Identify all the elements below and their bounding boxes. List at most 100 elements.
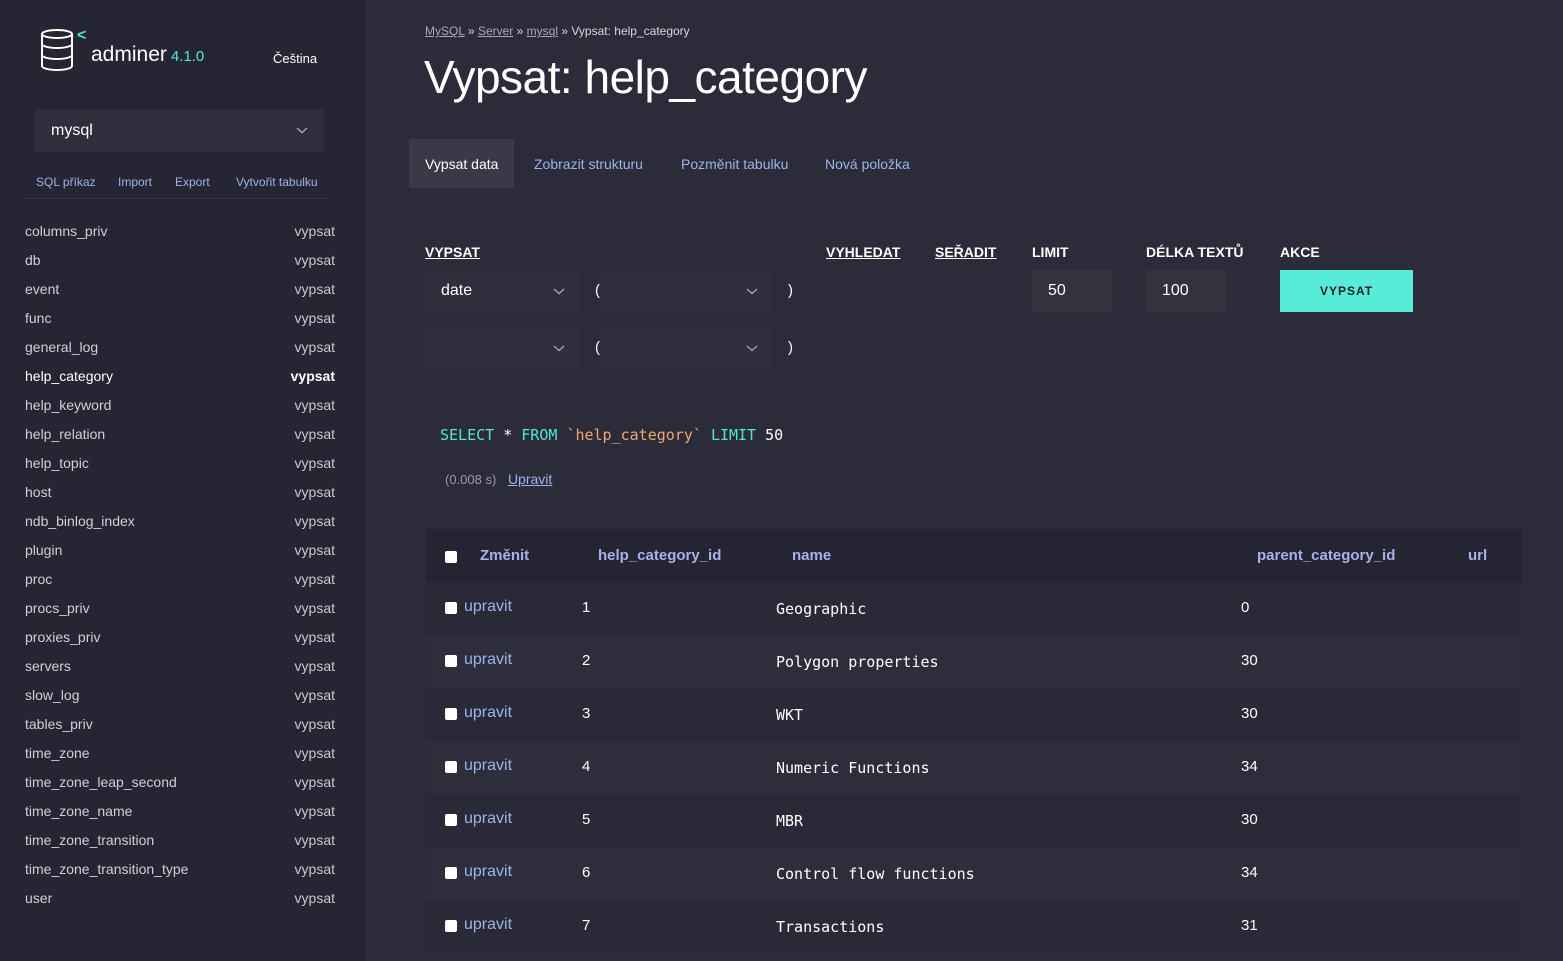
sidebar-table-link[interactable]: servers — [25, 658, 71, 674]
sidebar-select-link[interactable]: vypsat — [295, 629, 335, 645]
sidebar-table-link[interactable]: event — [25, 281, 59, 297]
breadcrumb-server[interactable]: Server — [478, 24, 513, 38]
sidebar-select-link[interactable]: vypsat — [295, 571, 335, 587]
text-length-input[interactable]: 100 — [1146, 270, 1226, 312]
sidebar-select-link[interactable]: vypsat — [295, 484, 335, 500]
sidebar-table-link[interactable]: time_zone_name — [25, 803, 132, 819]
link-sql-command[interactable]: SQL příkaz — [36, 175, 96, 189]
sidebar-table-link[interactable]: time_zone — [25, 745, 90, 761]
link-import[interactable]: Import — [118, 175, 152, 189]
sidebar-select-link[interactable]: vypsat — [295, 252, 335, 268]
row-checkbox[interactable] — [445, 708, 457, 720]
row-edit-link[interactable]: upravit — [464, 757, 512, 775]
column-header-name[interactable]: name — [792, 547, 831, 564]
sidebar-select-link[interactable]: vypsat — [295, 803, 335, 819]
table-row: upravit 6 Control flow functions 34 — [426, 847, 1521, 900]
sidebar-select-link[interactable]: vypsat — [295, 745, 335, 761]
sidebar-select-link[interactable]: vypsat — [295, 716, 335, 732]
row-edit-link[interactable]: upravit — [464, 916, 512, 934]
link-create-table[interactable]: Vytvořit tabulku — [236, 175, 318, 189]
row-edit-link[interactable]: upravit — [464, 863, 512, 881]
column-select-1[interactable] — [600, 270, 774, 312]
sidebar-table-link[interactable]: user — [25, 890, 52, 906]
column-select-2[interactable] — [600, 327, 774, 369]
breadcrumb-mysql[interactable]: MySQL — [425, 24, 465, 38]
sidebar-table-link[interactable]: help_keyword — [25, 397, 111, 413]
select-header[interactable]: VYPSAT — [425, 244, 480, 260]
sidebar-select-link[interactable]: vypsat — [295, 832, 335, 848]
row-edit-link[interactable]: upravit — [464, 810, 512, 828]
sidebar-table-link[interactable]: columns_priv — [25, 223, 107, 239]
sidebar-table-link[interactable]: time_zone_leap_second — [25, 774, 177, 790]
close-paren: ) — [788, 339, 793, 356]
sidebar-table-link[interactable]: slow_log — [25, 687, 79, 703]
tab-alter-table[interactable]: Pozměnit tabulku — [681, 139, 788, 188]
breadcrumb-db[interactable]: mysql — [527, 24, 558, 38]
sidebar-table-link[interactable]: time_zone_transition_type — [25, 861, 188, 877]
sidebar-select-link[interactable]: vypsat — [295, 310, 335, 326]
row-checkbox[interactable] — [445, 920, 457, 932]
sidebar-select-link[interactable]: vypsat — [295, 513, 335, 529]
sidebar-select-link[interactable]: vypsat — [295, 687, 335, 703]
sidebar-table-link[interactable]: ndb_binlog_index — [25, 513, 135, 529]
sidebar-select-link[interactable]: vypsat — [295, 861, 335, 877]
sidebar-select-link[interactable]: vypsat — [295, 339, 335, 355]
function-select-1[interactable]: date — [425, 270, 581, 312]
sidebar-table-link[interactable]: proc — [25, 571, 52, 587]
sidebar-select-link[interactable]: vypsat — [295, 426, 335, 442]
sidebar-table-link[interactable]: help_category — [25, 368, 113, 384]
sidebar-select-link[interactable]: vypsat — [295, 600, 335, 616]
row-checkbox[interactable] — [445, 814, 457, 826]
sidebar-select-link[interactable]: vypsat — [295, 890, 335, 906]
sidebar-table-link[interactable]: general_log — [25, 339, 98, 355]
search-header[interactable]: VYHLEDAT — [826, 244, 900, 260]
function-select-2[interactable] — [425, 327, 581, 369]
language-selector[interactable]: Čeština — [273, 51, 317, 66]
cell-help-category-id: 6 — [582, 864, 591, 881]
sidebar-table-link[interactable]: help_relation — [25, 426, 105, 442]
select-all-checkbox[interactable] — [445, 551, 457, 563]
select-submit-button[interactable]: VYPSAT — [1280, 270, 1413, 312]
sidebar-select-link[interactable]: vypsat — [295, 223, 335, 239]
tab-select-data[interactable]: Vypsat data — [409, 139, 515, 188]
sidebar-select-link[interactable]: vypsat — [295, 774, 335, 790]
row-checkbox[interactable] — [445, 761, 457, 773]
sidebar-table-link[interactable]: help_topic — [25, 455, 89, 471]
sidebar-table-link[interactable]: proxies_priv — [25, 629, 100, 645]
sidebar-select-link[interactable]: vypsat — [295, 455, 335, 471]
sidebar-select-link[interactable]: vypsat — [295, 397, 335, 413]
column-header-parent-category-id[interactable]: parent_category_id — [1257, 547, 1395, 564]
row-checkbox[interactable] — [445, 602, 457, 614]
row-edit-link[interactable]: upravit — [464, 651, 512, 669]
limit-input[interactable]: 50 — [1032, 270, 1112, 312]
sidebar-select-link[interactable]: vypsat — [295, 281, 335, 297]
sidebar-table-link[interactable]: host — [25, 484, 51, 500]
database-select[interactable]: mysql — [35, 110, 324, 152]
sidebar-table-link[interactable]: time_zone_transition — [25, 832, 154, 848]
cell-help-category-id: 1 — [582, 599, 591, 616]
link-export[interactable]: Export — [175, 175, 210, 189]
column-header-edit[interactable]: Změnit — [480, 547, 529, 564]
sort-header[interactable]: SEŘADIT — [935, 244, 996, 260]
sidebar-table-link[interactable]: func — [25, 310, 51, 326]
column-header-url[interactable]: url — [1468, 547, 1487, 564]
tab-new-item[interactable]: Nová položka — [825, 139, 910, 188]
sidebar-table-link[interactable]: procs_priv — [25, 600, 90, 616]
edit-query-link[interactable]: Upravit — [508, 471, 552, 487]
sidebar-select-link[interactable]: vypsat — [291, 368, 335, 384]
sidebar-table-link[interactable]: plugin — [25, 542, 62, 558]
row-checkbox[interactable] — [445, 655, 457, 667]
chevron-down-icon — [746, 288, 758, 295]
sidebar-select-link[interactable]: vypsat — [295, 658, 335, 674]
tab-show-structure[interactable]: Zobrazit strukturu — [534, 139, 643, 188]
row-edit-link[interactable]: upravit — [464, 598, 512, 616]
column-header-help-category-id[interactable]: help_category_id — [598, 547, 721, 564]
sidebar-table-link[interactable]: db — [25, 252, 41, 268]
logo[interactable]: < ? adminer4.1.0 — [40, 24, 240, 74]
sidebar-select-link[interactable]: vypsat — [295, 542, 335, 558]
sidebar-table-link[interactable]: tables_priv — [25, 716, 93, 732]
row-checkbox[interactable] — [445, 867, 457, 879]
cell-help-category-id: 7 — [582, 917, 591, 934]
cell-name: MBR — [776, 812, 804, 830]
row-edit-link[interactable]: upravit — [464, 704, 512, 722]
